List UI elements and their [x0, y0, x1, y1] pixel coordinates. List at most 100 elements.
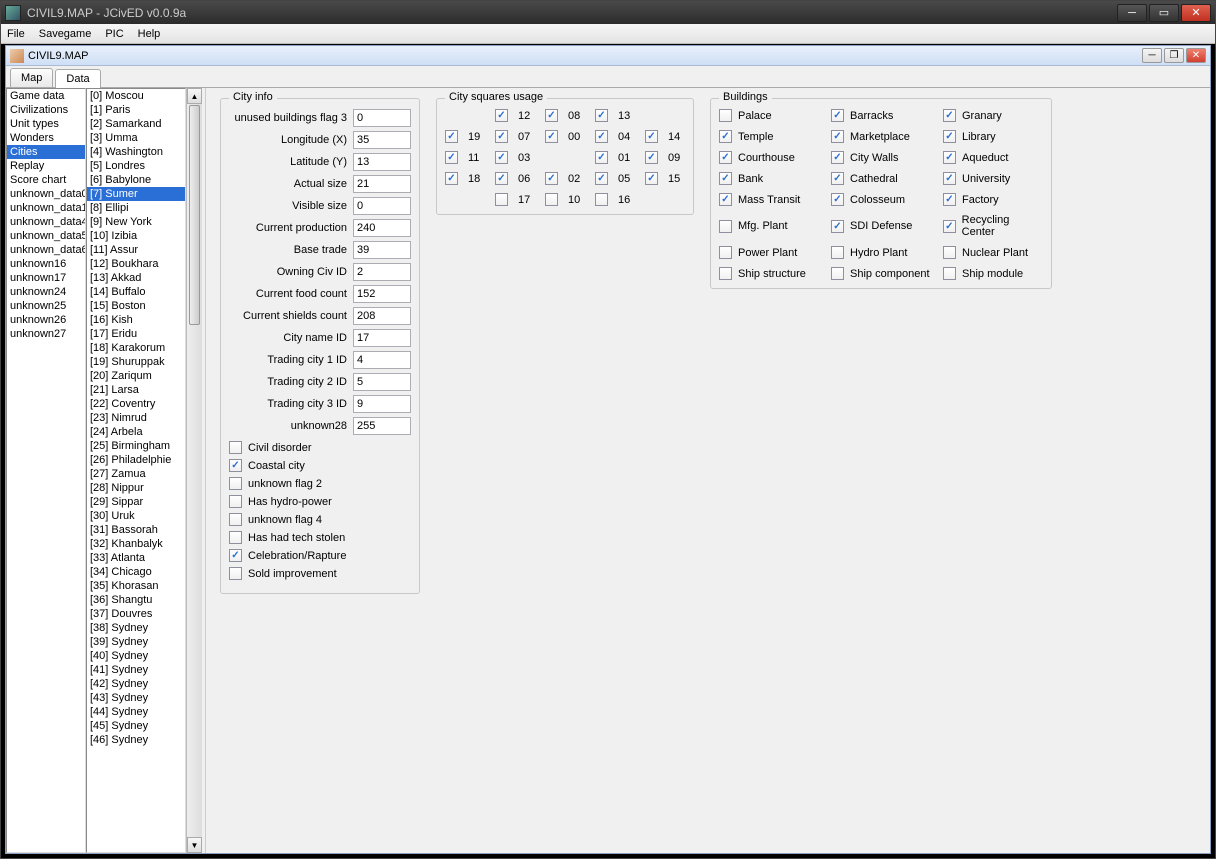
- field-input[interactable]: [353, 285, 411, 303]
- flag-checkbox[interactable]: [229, 441, 242, 454]
- flag-row[interactable]: unknown flag 2: [229, 477, 411, 490]
- city-item[interactable]: [3] Umma: [87, 131, 185, 145]
- square-cell[interactable]: 14: [645, 130, 685, 143]
- menu-file[interactable]: File: [7, 28, 25, 40]
- building-checkbox[interactable]: [943, 109, 956, 122]
- flag-checkbox[interactable]: [229, 495, 242, 508]
- building-cell[interactable]: Library: [943, 130, 1043, 143]
- building-checkbox[interactable]: [831, 151, 844, 164]
- building-cell[interactable]: Cathedral: [831, 172, 931, 185]
- building-checkbox[interactable]: [719, 220, 732, 233]
- category-item[interactable]: Game data: [7, 89, 85, 103]
- category-item[interactable]: Wonders: [7, 131, 85, 145]
- square-checkbox[interactable]: [495, 172, 508, 185]
- city-item[interactable]: [4] Washington: [87, 145, 185, 159]
- city-item[interactable]: [12] Boukhara: [87, 257, 185, 271]
- city-item[interactable]: [18] Karakorum: [87, 341, 185, 355]
- building-checkbox[interactable]: [719, 109, 732, 122]
- city-item[interactable]: [26] Philadelphie: [87, 453, 185, 467]
- building-checkbox[interactable]: [831, 193, 844, 206]
- category-item[interactable]: unknown27: [7, 327, 85, 341]
- square-checkbox[interactable]: [595, 172, 608, 185]
- menu-savegame[interactable]: Savegame: [39, 28, 92, 40]
- city-item[interactable]: [44] Sydney: [87, 705, 185, 719]
- field-input[interactable]: [353, 373, 411, 391]
- city-item[interactable]: [31] Bassorah: [87, 523, 185, 537]
- building-cell[interactable]: Palace: [719, 109, 819, 122]
- square-cell[interactable]: 16: [595, 193, 635, 206]
- square-cell[interactable]: 02: [545, 172, 585, 185]
- field-input[interactable]: [353, 175, 411, 193]
- square-cell[interactable]: 12: [495, 109, 535, 122]
- field-input[interactable]: [353, 241, 411, 259]
- building-checkbox[interactable]: [719, 172, 732, 185]
- flag-row[interactable]: Has hydro-power: [229, 495, 411, 508]
- building-cell[interactable]: Barracks: [831, 109, 931, 122]
- square-checkbox[interactable]: [495, 109, 508, 122]
- building-cell[interactable]: SDI Defense: [831, 214, 931, 238]
- field-input[interactable]: [353, 307, 411, 325]
- flag-row[interactable]: Celebration/Rapture: [229, 549, 411, 562]
- city-item[interactable]: [41] Sydney: [87, 663, 185, 677]
- city-item[interactable]: [10] Izibia: [87, 229, 185, 243]
- category-item[interactable]: Score chart: [7, 173, 85, 187]
- flag-checkbox[interactable]: [229, 549, 242, 562]
- scrollbar[interactable]: ▲ ▼: [186, 88, 202, 853]
- city-item[interactable]: [43] Sydney: [87, 691, 185, 705]
- building-checkbox[interactable]: [943, 193, 956, 206]
- building-cell[interactable]: Hydro Plant: [831, 246, 931, 259]
- square-cell[interactable]: 13: [595, 109, 635, 122]
- square-checkbox[interactable]: [645, 151, 658, 164]
- field-input[interactable]: [353, 153, 411, 171]
- city-item[interactable]: [17] Eridu: [87, 327, 185, 341]
- field-input[interactable]: [353, 395, 411, 413]
- building-cell[interactable]: Granary: [943, 109, 1043, 122]
- square-cell[interactable]: 10: [545, 193, 585, 206]
- building-checkbox[interactable]: [719, 246, 732, 259]
- city-item[interactable]: [7] Sumer: [87, 187, 185, 201]
- category-item[interactable]: Unit types: [7, 117, 85, 131]
- field-input[interactable]: [353, 263, 411, 281]
- city-item[interactable]: [33] Atlanta: [87, 551, 185, 565]
- city-item[interactable]: [22] Coventry: [87, 397, 185, 411]
- square-cell[interactable]: 09: [645, 151, 685, 164]
- city-item[interactable]: [24] Arbela: [87, 425, 185, 439]
- field-input[interactable]: [353, 417, 411, 435]
- square-checkbox[interactable]: [595, 193, 608, 206]
- building-cell[interactable]: Marketplace: [831, 130, 931, 143]
- city-item[interactable]: [9] New York: [87, 215, 185, 229]
- city-item[interactable]: [16] Kish: [87, 313, 185, 327]
- city-item[interactable]: [36] Shangtu: [87, 593, 185, 607]
- scroll-up-button[interactable]: ▲: [187, 88, 202, 104]
- field-input[interactable]: [353, 197, 411, 215]
- building-checkbox[interactable]: [943, 246, 956, 259]
- square-cell[interactable]: 15: [645, 172, 685, 185]
- category-item[interactable]: Replay: [7, 159, 85, 173]
- city-item[interactable]: [42] Sydney: [87, 677, 185, 691]
- menu-help[interactable]: Help: [138, 28, 161, 40]
- square-checkbox[interactable]: [545, 109, 558, 122]
- flag-checkbox[interactable]: [229, 459, 242, 472]
- building-cell[interactable]: City Walls: [831, 151, 931, 164]
- city-item[interactable]: [46] Sydney: [87, 733, 185, 747]
- doc-minimize-button[interactable]: ─: [1142, 48, 1162, 63]
- square-checkbox[interactable]: [495, 130, 508, 143]
- city-item[interactable]: [19] Shuruppak: [87, 355, 185, 369]
- square-checkbox[interactable]: [445, 172, 458, 185]
- maximize-button[interactable]: ▭: [1149, 4, 1179, 22]
- city-item[interactable]: [40] Sydney: [87, 649, 185, 663]
- square-checkbox[interactable]: [595, 109, 608, 122]
- flag-row[interactable]: Civil disorder: [229, 441, 411, 454]
- city-item[interactable]: [25] Birmingham: [87, 439, 185, 453]
- square-cell[interactable]: 17: [495, 193, 535, 206]
- city-item[interactable]: [39] Sydney: [87, 635, 185, 649]
- square-checkbox[interactable]: [495, 151, 508, 164]
- building-checkbox[interactable]: [943, 151, 956, 164]
- building-cell[interactable]: Bank: [719, 172, 819, 185]
- building-cell[interactable]: Temple: [719, 130, 819, 143]
- building-checkbox[interactable]: [943, 130, 956, 143]
- city-item[interactable]: [0] Moscou: [87, 89, 185, 103]
- field-input[interactable]: [353, 131, 411, 149]
- square-checkbox[interactable]: [545, 193, 558, 206]
- building-cell[interactable]: Power Plant: [719, 246, 819, 259]
